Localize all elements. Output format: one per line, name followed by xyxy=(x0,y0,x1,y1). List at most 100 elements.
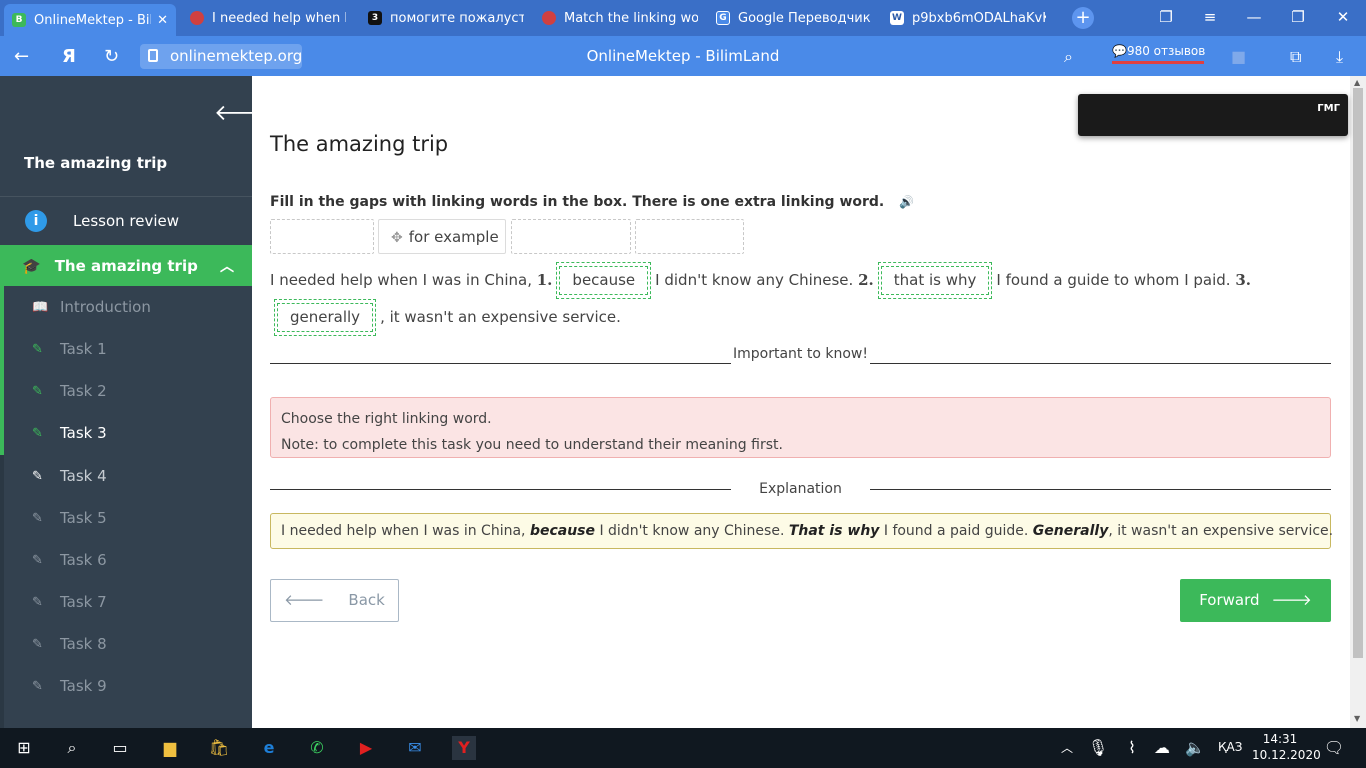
sidebar-item-task-3[interactable]: ✎ Task 3 xyxy=(4,412,252,454)
gap-1[interactable]: because xyxy=(556,262,652,299)
reviews-badge[interactable]: 💬980 отзывов xyxy=(1112,44,1205,64)
info-icon: i xyxy=(25,210,47,232)
edit-icon: ✎ xyxy=(32,636,43,652)
sentence-text: I found a guide to whom I paid. xyxy=(996,271,1231,289)
sentence-text: I didn't know any Chinese. xyxy=(655,271,854,289)
word-bank-chip[interactable]: ✥ for example xyxy=(378,219,506,254)
window-close-icon[interactable]: ✕ xyxy=(1333,8,1353,26)
gap-answer[interactable]: that is why xyxy=(880,266,990,295)
sidebar-item-task-8[interactable]: ✎ Task 8 xyxy=(4,623,252,665)
forward-label: Forward xyxy=(1199,591,1260,609)
tab-google-translate[interactable]: G Google Переводчик xyxy=(708,4,880,32)
file-explorer-icon[interactable]: ▆ xyxy=(158,736,182,760)
clock-time: 14:31 xyxy=(1262,732,1298,746)
tab-match-linking[interactable]: Match the linking words xyxy=(534,4,706,32)
tab-needed-help[interactable]: I needed help when I was xyxy=(182,4,354,32)
sidebar-item-task-4[interactable]: ✎ Task 4 xyxy=(4,455,252,497)
scroll-down-icon[interactable]: ▼ xyxy=(1354,714,1360,723)
explanation-text: I found a paid guide. xyxy=(883,523,1029,539)
bookmark-icon[interactable]: ■ xyxy=(1231,47,1246,66)
task-instruction: Fill in the gaps with linking words in t… xyxy=(270,194,914,210)
sidebar-group-amazing-trip[interactable]: 🎓 The amazing trip ︿ xyxy=(4,245,252,286)
cloud-icon[interactable]: ☁ xyxy=(1150,736,1174,760)
sidebar-item-task-9[interactable]: ✎ Task 9 xyxy=(4,665,252,707)
sidebar-item-label: Task 1 xyxy=(60,340,107,358)
word-bank-slot[interactable] xyxy=(635,219,744,254)
important-line: Choose the right linking word. xyxy=(281,411,492,427)
explanation-text: I needed help when I was in China, xyxy=(281,523,526,539)
word-bank-slot[interactable] xyxy=(511,219,631,254)
whatsapp-icon[interactable]: ✆ xyxy=(305,736,329,760)
sidebar-group-label: The amazing trip xyxy=(54,256,198,275)
sidebar-item-lesson-review[interactable]: i Lesson review xyxy=(0,197,252,245)
wifi-icon[interactable]: ⌇ xyxy=(1120,736,1144,760)
tab-title: Match the linking words xyxy=(564,10,698,26)
chip-label: for example xyxy=(408,228,499,246)
sidebar-item-task-2[interactable]: ✎ Task 2 xyxy=(4,370,252,412)
tab-title: p9bxb6mODALhaKvKC xyxy=(912,10,1046,26)
download-icon[interactable]: ⤓ xyxy=(1336,47,1343,67)
rating-bar xyxy=(1112,61,1204,64)
sidebar-item-task-6[interactable]: ✎ Task 6 xyxy=(4,539,252,581)
edit-icon: ✎ xyxy=(32,510,43,526)
sidebar-item-introduction[interactable]: 📖 Introduction xyxy=(4,286,252,328)
microphone-icon[interactable]: 🎙 xyxy=(1086,736,1110,760)
menu-icon[interactable]: ≡ xyxy=(1200,8,1220,26)
lesson-sidebar: 🡐 The amazing trip i Lesson review 🎓 The… xyxy=(0,76,252,728)
sidebar-item-task-1[interactable]: ✎ Task 1 xyxy=(4,328,252,370)
edit-icon: ✎ xyxy=(32,383,43,399)
word-bank-slot[interactable] xyxy=(270,219,374,254)
tab-pomogite[interactable]: 3 помогите пожалуста по xyxy=(360,4,532,32)
tab-onlinemektep[interactable]: B OnlineMektep - BilimLand ✕ xyxy=(4,4,176,36)
edit-icon: ✎ xyxy=(32,341,43,357)
sidebar-item-task-5[interactable]: ✎ Task 5 xyxy=(4,497,252,539)
sentence-text: I needed help when I was in China, xyxy=(270,271,532,289)
gap-answer[interactable]: generally xyxy=(277,303,374,332)
new-tab-button[interactable]: + xyxy=(1072,7,1094,29)
gap-answer[interactable]: because xyxy=(559,266,649,295)
sidebar-item-label: Task 4 xyxy=(60,467,107,485)
sidebar-item-label: Task 8 xyxy=(60,635,107,653)
search-icon[interactable]: ⌕ xyxy=(1064,47,1073,67)
task-view-icon[interactable]: ▭ xyxy=(108,736,132,760)
gap-3[interactable]: generally xyxy=(274,299,377,336)
edit-icon: ✎ xyxy=(32,468,43,484)
edit-icon: ✎ xyxy=(32,594,43,610)
youtube-icon[interactable]: ▶ xyxy=(354,736,378,760)
reviews-label: 980 отзывов xyxy=(1126,44,1206,58)
close-icon[interactable]: ✕ xyxy=(157,13,168,28)
windows-start-icon[interactable]: ⊞ xyxy=(12,736,36,760)
volume-icon[interactable]: 🔈 xyxy=(1183,736,1207,760)
graduation-cap-icon: 🎓 xyxy=(22,256,41,275)
store-icon[interactable]: 🛍 xyxy=(207,736,231,760)
search-icon[interactable]: ⌕ xyxy=(60,736,84,760)
scrollbar[interactable]: ▲ ▼ xyxy=(1350,76,1366,728)
scroll-up-icon[interactable]: ▲ xyxy=(1354,78,1360,87)
tab-word-doc[interactable]: W p9bxb6mODALhaKvKC xyxy=(882,4,1054,32)
sidebar-item-task-7[interactable]: ✎ Task 7 xyxy=(4,581,252,623)
collections-icon[interactable]: ⧉ xyxy=(1290,47,1301,67)
windows-taskbar: ⊞ ⌕ ▭ ▆ 🛍 e ✆ ▶ ✉ Y ︿ 🎙 ⌇ ☁ 🔈 ҚАЗ 14:31 … xyxy=(0,728,1366,768)
notifications-icon[interactable]: 🗨 xyxy=(1322,736,1346,760)
comment-icon: 💬 xyxy=(1112,44,1127,58)
back-button[interactable]: 🡐 Back xyxy=(270,579,399,622)
edge-icon[interactable]: e xyxy=(257,736,281,760)
gap-2[interactable]: that is why xyxy=(877,262,993,299)
znanija-icon: 3 xyxy=(368,11,382,25)
address-bar: ← Я ↻ onlinemektep.org OnlineMektep - Bi… xyxy=(0,36,1366,76)
restore-icon[interactable]: ❐ xyxy=(1288,8,1308,26)
forward-button[interactable]: Forward 🡒 xyxy=(1180,579,1331,622)
explanation-emphasis: Generally xyxy=(1032,523,1109,539)
chevron-up-icon[interactable]: ︿ xyxy=(1055,736,1079,760)
scrollbar-thumb[interactable] xyxy=(1353,88,1363,658)
minimize-icon[interactable]: — xyxy=(1244,8,1264,26)
tab-title: OnlineMektep - BilimLand xyxy=(34,12,151,28)
mail-icon[interactable]: ✉ xyxy=(403,736,427,760)
language-indicator[interactable]: ҚАЗ xyxy=(1218,740,1242,754)
speaker-icon[interactable]: 🔊 xyxy=(899,195,914,209)
tabs-overview-icon[interactable]: ❐ xyxy=(1156,8,1176,26)
chevron-up-icon[interactable]: ︿ xyxy=(220,256,234,276)
arrow-left-icon[interactable]: 🡐 xyxy=(214,100,252,126)
clock[interactable]: 14:31 10.12.2020 xyxy=(1252,731,1321,763)
yandex-browser-icon[interactable]: Y xyxy=(452,736,476,760)
